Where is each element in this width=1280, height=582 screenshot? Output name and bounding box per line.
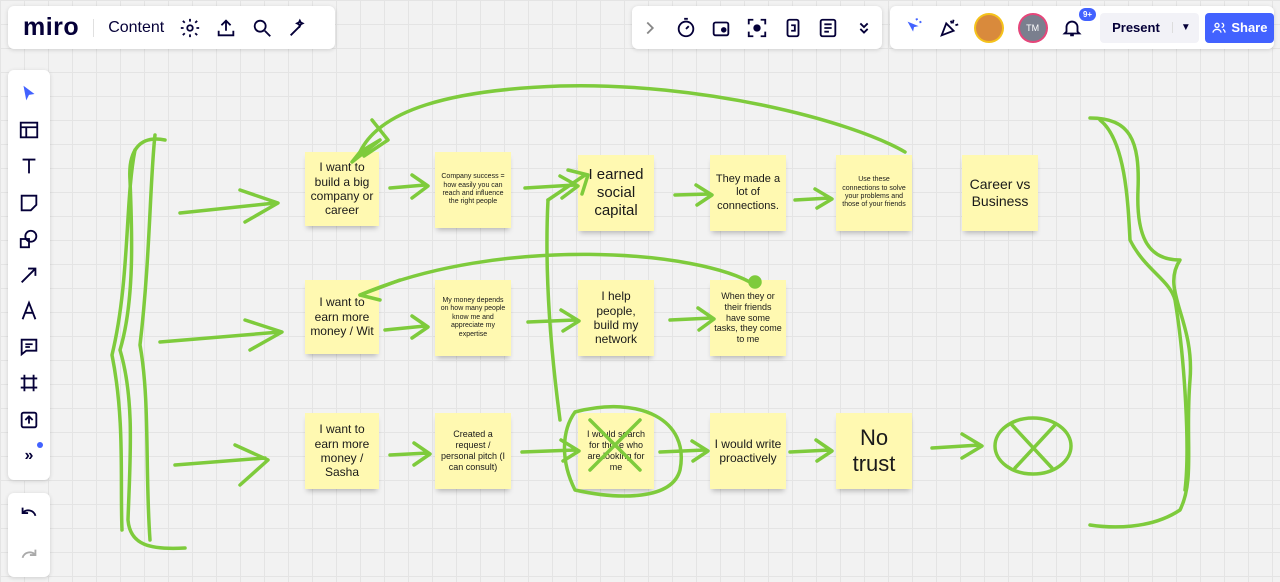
comment-icon[interactable]: [13, 331, 45, 363]
sticky-note[interactable]: My money depends on how many people know…: [435, 280, 511, 356]
gear-icon[interactable]: [172, 10, 208, 46]
text-icon[interactable]: [13, 150, 45, 182]
arrow-icon[interactable]: [13, 259, 45, 291]
double-chevron-down-icon[interactable]: [846, 10, 882, 46]
pen-icon[interactable]: [13, 295, 45, 327]
avatar[interactable]: TM: [1017, 12, 1048, 43]
board-name[interactable]: Content: [93, 18, 164, 37]
sticky-note[interactable]: I want to earn more money / Wit: [305, 280, 379, 354]
sticky-note[interactable]: I would search for those who are looking…: [578, 413, 654, 489]
left-toolbar: »: [8, 70, 50, 480]
bell-icon[interactable]: 9+: [1055, 7, 1097, 46]
chevron-right-icon[interactable]: [632, 10, 668, 46]
chevron-down-icon[interactable]: ▼: [1171, 22, 1199, 33]
celebrate-icon[interactable]: [932, 10, 968, 46]
sticky-note[interactable]: When they or their friends have some tas…: [710, 280, 786, 356]
notification-badge: 9+: [1078, 7, 1097, 21]
sticky-note[interactable]: They made a lot of connections.: [710, 155, 786, 231]
upload-icon[interactable]: [13, 404, 45, 436]
miro-logo[interactable]: miro: [23, 13, 79, 42]
sticky-note[interactable]: Company success = how easily you can rea…: [435, 152, 511, 228]
table-icon[interactable]: [13, 114, 45, 146]
magic-wand-icon[interactable]: [280, 10, 316, 46]
timer-icon[interactable]: [668, 10, 704, 46]
frame-icon[interactable]: [13, 367, 45, 399]
capture-icon[interactable]: [739, 10, 775, 46]
shapes-icon[interactable]: [13, 223, 45, 255]
card-icon[interactable]: [775, 10, 811, 46]
topbar-collab: TM 9+ Present ▼ Share: [890, 6, 1274, 49]
notes-icon[interactable]: [811, 10, 847, 46]
sticky-note[interactable]: I want to earn more money / Sasha: [305, 413, 379, 489]
undo-icon[interactable]: [11, 496, 47, 532]
topbar-tools: [632, 6, 882, 49]
sticky-note[interactable]: I earned social capital: [578, 155, 654, 231]
more-tools-icon[interactable]: »: [13, 440, 45, 472]
sticky-note[interactable]: Use these connections to solve your prob…: [836, 155, 912, 231]
sticky-note[interactable]: Created a request / personal pitch (I ca…: [435, 413, 511, 489]
upload-icon[interactable]: [208, 10, 244, 46]
new-dot: [37, 441, 43, 448]
topbar-left: miro Content: [8, 6, 335, 49]
avatar[interactable]: [974, 12, 1004, 43]
undo-redo-panel: [8, 493, 50, 577]
sticky-note[interactable]: I help people, build my network: [578, 280, 654, 356]
voting-icon[interactable]: [703, 10, 739, 46]
present-button[interactable]: Present ▼: [1100, 12, 1199, 43]
share-button[interactable]: Share: [1204, 12, 1274, 43]
sticky-note[interactable]: I want to build a big company or career: [305, 152, 379, 226]
share-label: Share: [1231, 20, 1268, 35]
sticky-note-icon[interactable]: [13, 187, 45, 219]
present-label: Present: [1112, 20, 1160, 35]
search-icon[interactable]: [244, 10, 280, 46]
sticky-note[interactable]: No trust: [836, 413, 912, 489]
sticky-note[interactable]: Career vs Business: [962, 155, 1038, 231]
users-icon: [1212, 22, 1227, 33]
select-icon[interactable]: [13, 78, 45, 110]
redo-icon[interactable]: [11, 538, 47, 574]
sticky-note[interactable]: I would write proactively: [710, 413, 786, 489]
cursor-reactions-icon[interactable]: [896, 10, 932, 46]
